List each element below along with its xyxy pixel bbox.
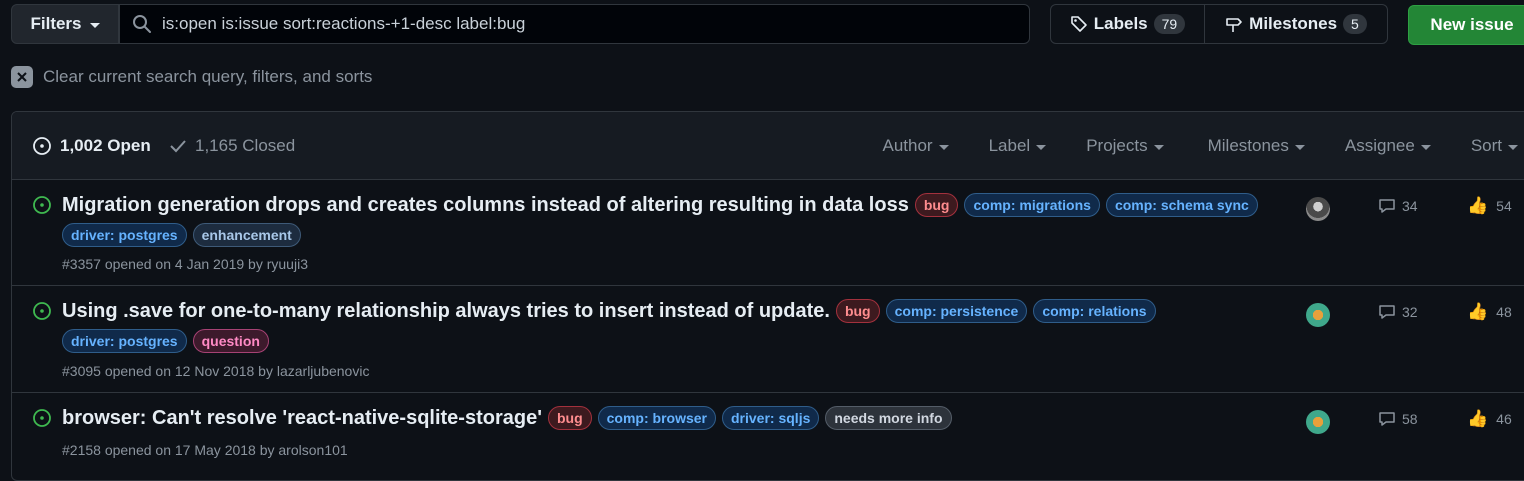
issue-opened-icon: [33, 196, 51, 214]
chevron-down-icon: [1508, 144, 1518, 150]
issue-title-line: Migration generation drops and creates c…: [62, 193, 1272, 247]
clear-search-label[interactable]: Clear current search query, filters, and…: [43, 67, 372, 87]
issue-meta: #3357 opened on 4 Jan 2019 by ryuuji3: [62, 256, 308, 272]
filter-menus: Author Label Projects Milestones Assigne…: [882, 136, 1518, 156]
sort-filter-label: Sort: [1470, 136, 1502, 155]
reactions: 👍 48: [1467, 302, 1512, 322]
avatar[interactable]: [1306, 197, 1330, 221]
chevron-down-icon: [938, 144, 949, 150]
closed-count-label: 1,165 Closed: [195, 136, 296, 155]
comment-count: 32: [1402, 304, 1418, 320]
projects-filter-label: Projects: [1086, 136, 1148, 155]
label-bug[interactable]: bug: [914, 193, 959, 217]
comments-link[interactable]: 32: [1378, 303, 1418, 321]
milestones-filter-label: Milestones: [1207, 136, 1289, 155]
issue-title-link[interactable]: browser: Can't resolve 'react-native-sql…: [62, 407, 542, 430]
label-filter-label: Label: [988, 136, 1031, 155]
label-comp-persistence[interactable]: comp: persistence: [885, 299, 1028, 323]
open-issues-tab[interactable]: 1,002 Open: [32, 136, 151, 156]
reactions: 👍 46: [1467, 409, 1512, 429]
projects-filter[interactable]: Projects: [1086, 136, 1164, 156]
milestones-label: Milestones: [1249, 14, 1338, 33]
toolbar: Filters Labels 79 Milestones 5 New issue: [11, 4, 1524, 45]
label-needs-more-info[interactable]: needs more info: [825, 406, 952, 430]
label-bug[interactable]: bug: [547, 406, 592, 430]
labels-milestones-group: Labels 79 Milestones 5: [1050, 4, 1388, 44]
close-icon[interactable]: [11, 66, 33, 88]
clear-search[interactable]: Clear current search query, filters, and…: [11, 66, 372, 88]
avatar[interactable]: [1306, 303, 1330, 327]
tag-icon: [1070, 16, 1087, 32]
label-enhancement[interactable]: enhancement: [192, 223, 301, 247]
filters-label: Filters: [30, 14, 82, 33]
labels-label: Labels: [1093, 14, 1148, 33]
label-driver-sqljs[interactable]: driver: sqljs: [722, 406, 820, 430]
label-driver-postgres[interactable]: driver: postgres: [62, 223, 187, 247]
filters-button[interactable]: Filters: [11, 4, 119, 44]
assignee-filter-label: Assignee: [1344, 136, 1415, 155]
thumbs-up-icon: 👍: [1467, 302, 1489, 321]
issue-title-link[interactable]: Migration generation drops and creates c…: [62, 194, 909, 217]
milestones-button[interactable]: Milestones 5: [1205, 5, 1387, 43]
search-icon: [133, 15, 151, 33]
chevron-down-icon: [1420, 144, 1431, 150]
issues-panel: 1,002 Open 1,165 Closed Author Label Pro…: [11, 111, 1524, 481]
chevron-down-icon: [1153, 144, 1164, 150]
author-filter-label: Author: [882, 136, 933, 155]
comment-count: 58: [1402, 411, 1418, 427]
label-driver-postgres[interactable]: driver: postgres: [62, 329, 187, 353]
avatar[interactable]: [1306, 410, 1330, 434]
label-comp-migrations[interactable]: comp: migrations: [964, 193, 1100, 217]
issue-opened-icon: [33, 409, 51, 427]
issue-meta: #2158 opened on 17 May 2018 by arolson10…: [62, 442, 348, 458]
search-input[interactable]: [162, 14, 1022, 34]
reaction-count: 54: [1496, 198, 1512, 214]
labels-button[interactable]: Labels 79: [1051, 5, 1205, 43]
assignee-filter[interactable]: Assignee: [1345, 136, 1431, 156]
chevron-down-icon: [1036, 144, 1047, 150]
new-issue-button[interactable]: New issue: [1408, 5, 1524, 45]
author-filter[interactable]: Author: [882, 136, 949, 156]
thumbs-up-icon: 👍: [1467, 409, 1489, 428]
milestones-filter[interactable]: Milestones: [1208, 136, 1305, 156]
reactions: 👍 54: [1467, 196, 1512, 216]
issue-opened-icon: [33, 137, 51, 155]
label-bug[interactable]: bug: [835, 299, 880, 323]
reaction-count: 48: [1496, 304, 1512, 320]
open-count-label: 1,002 Open: [60, 136, 151, 155]
milestones-count: 5: [1343, 14, 1367, 34]
chevron-down-icon: [89, 22, 100, 28]
issues-header: 1,002 Open 1,165 Closed Author Label Pro…: [12, 112, 1524, 180]
issue-row[interactable]: Using .save for one-to-many relationship…: [12, 286, 1524, 393]
issue-row[interactable]: browser: Can't resolve 'react-native-sql…: [12, 393, 1524, 480]
comment-count: 34: [1402, 198, 1418, 214]
label-comp-relations[interactable]: comp: relations: [1033, 299, 1156, 323]
issue-row[interactable]: Migration generation drops and creates c…: [12, 180, 1524, 286]
check-icon: [170, 140, 186, 153]
issue-meta: #3095 opened on 12 Nov 2018 by lazarljub…: [62, 363, 370, 379]
issue-opened-icon: [33, 302, 51, 320]
label-filter[interactable]: Label: [989, 136, 1047, 156]
reaction-count: 46: [1496, 411, 1512, 427]
label-question[interactable]: question: [192, 329, 269, 353]
label-comp-schema-sync[interactable]: comp: schema sync: [1105, 193, 1258, 217]
search-field[interactable]: [119, 4, 1030, 44]
sort-filter[interactable]: Sort: [1471, 136, 1518, 156]
comments-link[interactable]: 34: [1378, 197, 1418, 215]
comment-icon: [1379, 305, 1395, 319]
labels-count: 79: [1153, 14, 1186, 34]
issue-title-link[interactable]: Using .save for one-to-many relationship…: [62, 300, 830, 323]
issue-title-line: Using .save for one-to-many relationship…: [62, 299, 1272, 353]
chevron-down-icon: [1294, 144, 1305, 150]
comment-icon: [1379, 199, 1395, 213]
thumbs-up-icon: 👍: [1467, 196, 1489, 215]
comments-link[interactable]: 58: [1378, 410, 1418, 428]
issue-title-line: browser: Can't resolve 'react-native-sql…: [62, 406, 1272, 430]
milestone-icon: [1226, 18, 1242, 32]
label-comp-browser[interactable]: comp: browser: [597, 406, 716, 430]
comment-icon: [1379, 412, 1395, 426]
closed-issues-tab[interactable]: 1,165 Closed: [169, 136, 295, 156]
